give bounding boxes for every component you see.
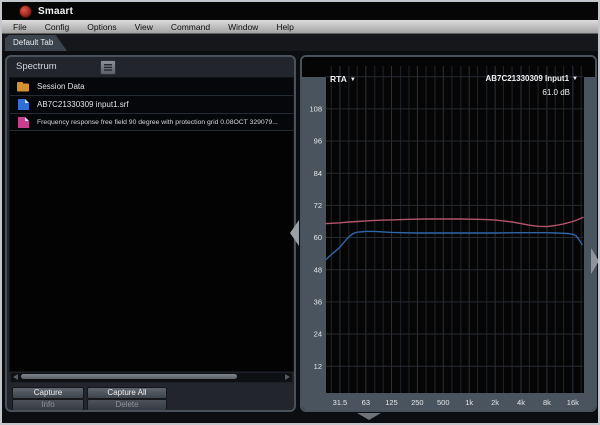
- list-item-label: AB7C21330309 input1.srf: [37, 100, 129, 109]
- y-tick-label: 108: [309, 104, 322, 113]
- scrollbar-thumb[interactable]: [21, 374, 237, 379]
- file-magenta-icon: [18, 116, 29, 128]
- y-tick-label: 96: [314, 137, 322, 146]
- bottom-splitter-handle[interactable]: [357, 413, 381, 420]
- window-title: Smaart: [38, 5, 74, 17]
- y-tick-label: 24: [314, 330, 322, 339]
- y-tick-label: 84: [314, 169, 322, 178]
- scroll-left-icon[interactable]: [13, 374, 18, 380]
- menu-item-config[interactable]: Config: [36, 22, 79, 32]
- spectrum-panel-header: Spectrum: [7, 57, 294, 77]
- y-tick-label: 72: [314, 201, 322, 210]
- chevron-down-icon: ▼: [572, 76, 578, 82]
- x-tick-label: 8k: [543, 398, 551, 407]
- right-strip: [584, 77, 595, 393]
- x-tick-label: 2k: [491, 398, 499, 407]
- capture-button[interactable]: Capture: [12, 387, 84, 399]
- capture-all-button[interactable]: Capture All: [87, 387, 167, 399]
- x-tick-label: 250: [411, 398, 424, 407]
- menu-bar: File Config Options View Command Window Help: [2, 20, 598, 34]
- x-tick-label: 125: [385, 398, 398, 407]
- db-readout: 61.0 dB: [542, 88, 570, 97]
- hamburger-icon: [104, 64, 112, 71]
- list-item-label: Frequency response free field 90 degree …: [37, 118, 278, 126]
- spectrum-panel-title: Spectrum: [16, 61, 57, 72]
- x-tick-label: 31.5: [333, 398, 348, 407]
- x-tick-label: 16k: [567, 398, 579, 407]
- rta-panel: 108 96 84 72 60 48 36 24 12 31.5 63 125 250 500 1k 2k 4k…: [300, 55, 597, 412]
- rta-mode-label: RTA: [330, 74, 347, 84]
- y-tick-label: 36: [314, 297, 322, 306]
- smaart-window: Smaart File Config Options View Command Windo…: [0, 0, 600, 425]
- tab-default-tab[interactable]: Default Tab: [5, 35, 67, 51]
- scroll-right-icon[interactable]: [285, 374, 290, 380]
- list-item[interactable]: Frequency response free field 90 degree …: [10, 114, 293, 131]
- title-bar: Smaart: [2, 2, 598, 20]
- chevron-down-icon: ▼: [349, 77, 356, 83]
- menu-item-window[interactable]: Window: [219, 22, 267, 32]
- menu-item-command[interactable]: Command: [162, 22, 219, 32]
- panel-menu-button[interactable]: [100, 60, 116, 75]
- x-tick-label: 1k: [465, 398, 473, 407]
- delete-button[interactable]: Delete: [87, 399, 167, 410]
- spectrum-panel: Spectrum Session Data AB7C21330309 input1…: [5, 55, 296, 412]
- y-tick-label: 12: [314, 362, 322, 371]
- x-tick-label: 4k: [517, 398, 525, 407]
- file-blue-icon: [18, 99, 29, 110]
- session-list: Session Data AB7C21330309 input1.srf Frequ…: [9, 77, 294, 372]
- x-tick-label: 500: [437, 398, 450, 407]
- list-item-label: Session Data: [37, 82, 85, 91]
- rta-chart: 108 96 84 72 60 48 36 24 12 31.5 63 125 250 500 1k 2k 4k…: [302, 57, 595, 410]
- menu-item-help[interactable]: Help: [267, 22, 302, 32]
- folder-icon: [17, 82, 29, 92]
- input-source-selector[interactable]: AB7C21330309 Input1 ▼: [485, 74, 578, 83]
- y-tick-label: 48: [314, 265, 322, 274]
- input-source-label: AB7C21330309 Input1: [485, 74, 570, 83]
- tab-bar: Default Tab: [2, 34, 598, 51]
- list-item[interactable]: Session Data: [10, 78, 293, 96]
- info-button[interactable]: Info: [12, 399, 84, 410]
- horizontal-scrollbar[interactable]: [10, 372, 293, 383]
- menu-item-view[interactable]: View: [126, 22, 162, 32]
- y-tick-label: 60: [314, 233, 322, 242]
- rta-mode-selector[interactable]: RTA ▼: [330, 74, 356, 84]
- menu-item-options[interactable]: Options: [78, 22, 125, 32]
- x-tick-label: 63: [362, 398, 370, 407]
- list-item[interactable]: AB7C21330309 input1.srf: [10, 96, 293, 114]
- smaart-logo-icon: [19, 4, 32, 18]
- menu-item-file[interactable]: File: [4, 22, 36, 32]
